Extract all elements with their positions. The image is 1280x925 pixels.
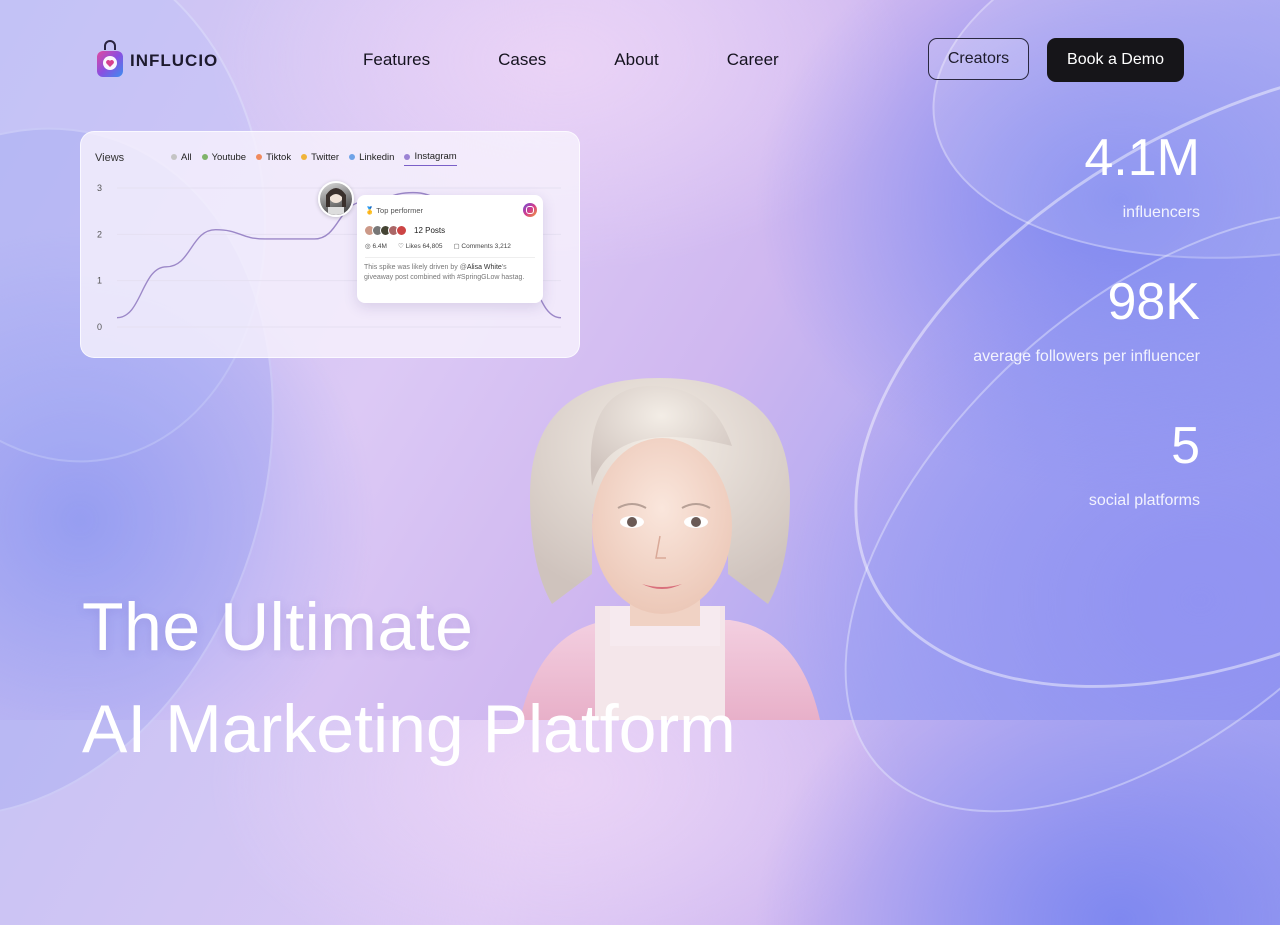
legend-label: Linkedin bbox=[359, 151, 395, 163]
main-nav: Features Cases About Career bbox=[363, 50, 847, 70]
chart-title: Views bbox=[95, 152, 125, 164]
brand-logo[interactable]: INFLUCIO bbox=[96, 40, 218, 78]
posts-count: 12 Posts bbox=[414, 226, 446, 235]
comments-value: Comments 3,212 bbox=[461, 243, 511, 250]
legend-item-twitter[interactable]: Twitter bbox=[301, 151, 339, 166]
hero-heading-line1: The Ultimate bbox=[82, 589, 474, 665]
nav-link-career[interactable]: Career bbox=[727, 50, 779, 70]
posts-row: 12 Posts bbox=[364, 225, 445, 236]
brand-name: INFLUCIO bbox=[130, 51, 219, 70]
legend-dot bbox=[256, 154, 263, 160]
views-stat: ◎ 6.4M bbox=[365, 242, 387, 250]
legend-item-linkedin[interactable]: Linkedin bbox=[349, 151, 394, 166]
top-performer-tooltip: 🥇 Top performer 12 Posts ◎ 6.4M ♡ Likes … bbox=[357, 195, 543, 303]
views-value: 6.4M bbox=[372, 243, 387, 250]
tooltip-header: 🥇 Top performer bbox=[365, 206, 423, 215]
stat-influencers-value: 4.1M bbox=[1084, 129, 1200, 187]
legend-label: Instagram bbox=[414, 151, 457, 162]
comments-stat: ▢ Comments 3,212 bbox=[453, 242, 510, 250]
legend-item-tiktok[interactable]: Tiktok bbox=[256, 151, 291, 166]
shopping-bag-heart-icon bbox=[96, 40, 124, 78]
divider bbox=[365, 257, 535, 258]
creators-button[interactable]: Creators bbox=[928, 38, 1029, 80]
book-demo-button[interactable]: Book a Demo bbox=[1047, 38, 1184, 82]
likes-stat: ♡ Likes 64,805 bbox=[398, 242, 443, 250]
legend-label: All bbox=[181, 151, 192, 163]
nav-link-cases[interactable]: Cases bbox=[498, 50, 546, 70]
note-user-link[interactable]: Alisa White bbox=[467, 264, 502, 271]
legend-dot bbox=[349, 154, 356, 160]
hero-heading-line2: AI Marketing Platform bbox=[82, 691, 736, 767]
tooltip-stats: ◎ 6.4M ♡ Likes 64,805 ▢ Comments 3,212 bbox=[365, 242, 511, 250]
note-prefix: This spike was likely driven by @ bbox=[364, 264, 467, 271]
heart-icon: ♡ bbox=[397, 243, 404, 250]
legend-item-instagram[interactable]: Instagram bbox=[404, 151, 457, 166]
ai-influencer-portrait bbox=[500, 376, 840, 720]
y-tick-label: 3 bbox=[97, 183, 102, 193]
tooltip-header-text: Top performer bbox=[376, 206, 423, 215]
stat-platforms-label: social platforms bbox=[1088, 492, 1200, 509]
y-tick-label: 1 bbox=[97, 276, 102, 286]
legend-item-youtube[interactable]: Youtube bbox=[201, 151, 247, 166]
nav-link-about[interactable]: About bbox=[614, 50, 658, 70]
legend-dot bbox=[201, 154, 208, 160]
mini-avatar bbox=[396, 225, 407, 236]
likes-value: Likes 64,805 bbox=[405, 243, 443, 250]
stat-followers-label: average followers per influencer bbox=[973, 348, 1200, 365]
stat-platforms-value: 5 bbox=[1171, 417, 1200, 475]
legend-dot bbox=[171, 154, 177, 160]
legend-label: Tiktok bbox=[266, 151, 292, 163]
stat-followers-value: 98K bbox=[1107, 273, 1200, 331]
y-tick-label: 0 bbox=[97, 322, 102, 332]
y-tick-label: 2 bbox=[97, 229, 102, 239]
comment-icon: ▢ bbox=[453, 243, 460, 250]
top-performer-avatar[interactable] bbox=[318, 181, 354, 217]
nav-link-features[interactable]: Features bbox=[363, 50, 430, 70]
eye-icon: ◎ bbox=[365, 243, 371, 250]
legend-dot bbox=[301, 154, 308, 160]
tooltip-note: This spike was likely driven by @Alisa W… bbox=[364, 263, 536, 283]
views-chart-card: 0 1 2 3 Views All Youtube Tiktok Twitter Li… bbox=[80, 131, 580, 358]
legend-dot bbox=[404, 153, 411, 160]
stat-influencers-label: influencers bbox=[1122, 204, 1200, 221]
legend-label: Youtube bbox=[211, 151, 247, 163]
legend-item-all[interactable]: All bbox=[171, 151, 192, 166]
instagram-icon bbox=[523, 203, 537, 217]
legend-label: Twitter bbox=[311, 151, 340, 163]
platform-filter-legend: All Youtube Tiktok Twitter Linkedin Inst… bbox=[171, 151, 467, 166]
